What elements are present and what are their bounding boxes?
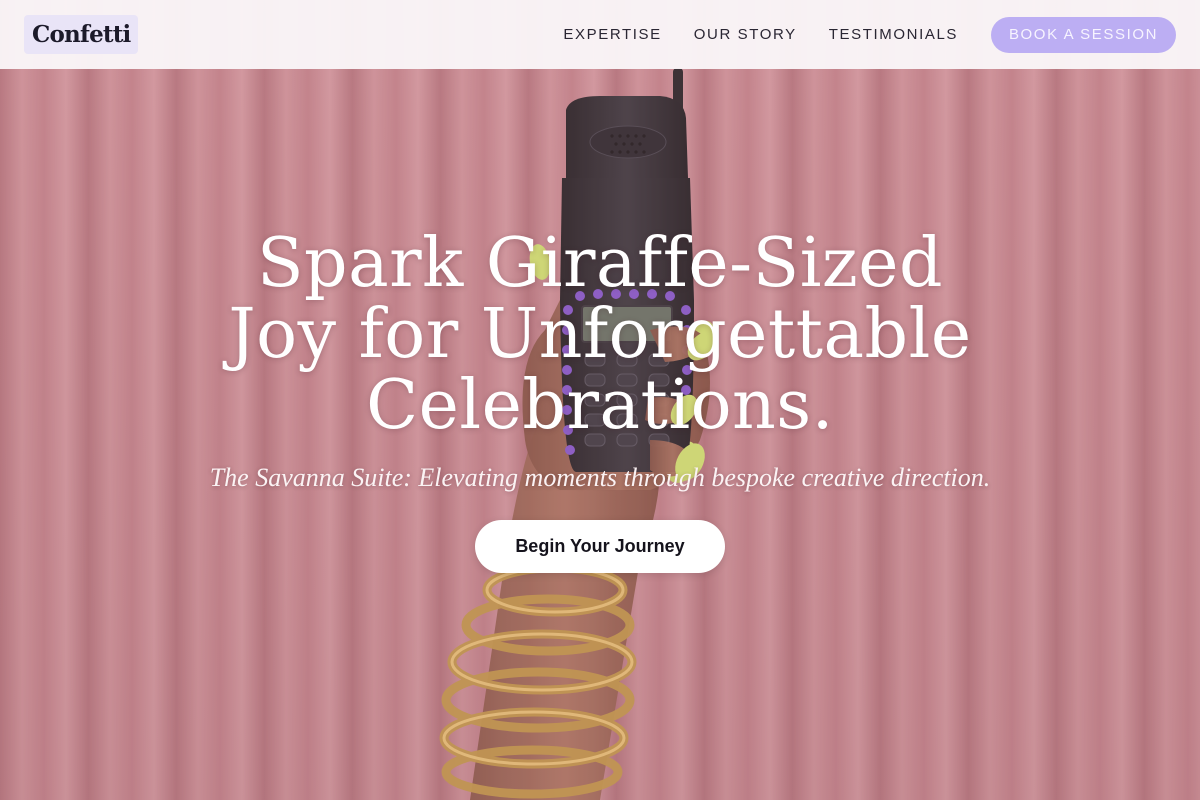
nav-link-our-story[interactable]: OUR STORY <box>694 26 797 43</box>
nav-link-expertise[interactable]: EXPERTISE <box>563 26 661 43</box>
begin-journey-button[interactable]: Begin Your Journey <box>475 520 725 573</box>
landing-page: Confetti EXPERTISE OUR STORY TESTIMONIAL… <box>0 0 1200 800</box>
logo[interactable]: Confetti <box>24 15 139 54</box>
nav-link-testimonials[interactable]: TESTIMONIALS <box>829 26 958 43</box>
hero-subtitle: The Savanna Suite: Elevating moments thr… <box>209 463 991 492</box>
main-nav: EXPERTISE OUR STORY TESTIMONIALS BOOK A … <box>531 16 1176 53</box>
book-session-button[interactable]: BOOK A SESSION <box>991 16 1176 53</box>
hero-section: Spark Giraffe-Sized Joy for Unforgettabl… <box>0 228 1200 573</box>
site-header: Confetti EXPERTISE OUR STORY TESTIMONIAL… <box>0 0 1200 69</box>
hero-title: Spark Giraffe-Sized Joy for Unforgettabl… <box>228 224 972 445</box>
